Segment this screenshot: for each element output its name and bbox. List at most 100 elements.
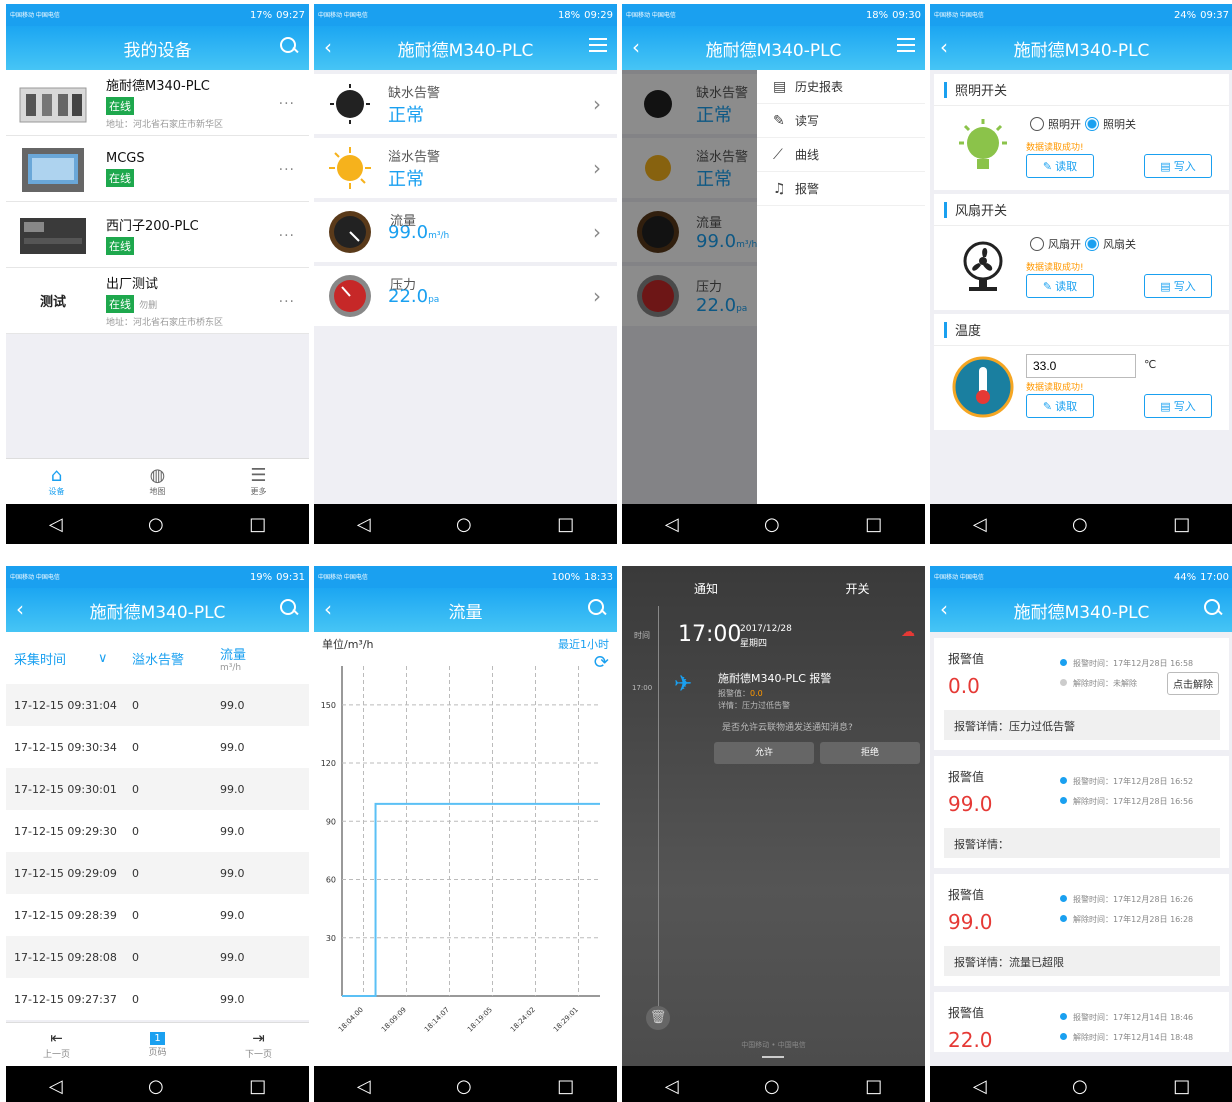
search-icon[interactable]	[587, 598, 607, 624]
recent-nav-button[interactable]: □	[249, 514, 266, 535]
home-nav-button[interactable]: ○	[764, 1076, 780, 1097]
read-button[interactable]: ✎ 读取	[1026, 154, 1094, 178]
home-nav-button[interactable]: ○	[148, 514, 164, 535]
light-on-radio[interactable]	[1030, 117, 1044, 131]
back-icon[interactable]: ‹	[324, 598, 332, 620]
home-nav-button[interactable]: ○	[456, 1076, 472, 1097]
radio-label: 风扇开	[1048, 238, 1081, 251]
recent-nav-button[interactable]: □	[1173, 514, 1190, 535]
alarm-value-label: 报警值	[948, 652, 985, 666]
clear-prefix: 解除时间：	[1073, 679, 1113, 688]
menu-item-report[interactable]: ▤ 历史报表	[757, 70, 925, 104]
column-header-time[interactable]: 采集时间	[14, 649, 98, 668]
unlock-button[interactable]: 点击解除	[1167, 672, 1219, 695]
menu-item-curve[interactable]: ⟋ 曲线	[757, 138, 925, 172]
trash-icon[interactable]: 🗑	[646, 1006, 670, 1030]
menu-item-alarm[interactable]: ♫ 报警	[757, 172, 925, 206]
back-icon[interactable]: ‹	[632, 36, 640, 58]
recent-nav-button[interactable]: □	[249, 1076, 266, 1097]
device-item[interactable]: MCGS 在线 ···	[6, 136, 309, 202]
alarm-value-label: 报警值	[948, 1006, 985, 1020]
recent-nav-button[interactable]: □	[557, 1076, 574, 1097]
pager-label: 页码	[148, 1047, 167, 1058]
section-title: 风扇开关	[934, 194, 1229, 226]
temperature-input[interactable]	[1026, 354, 1136, 378]
search-icon[interactable]	[279, 598, 299, 624]
menu-icon[interactable]	[589, 36, 607, 58]
chevron-down-icon[interactable]: ∨	[98, 651, 132, 666]
device-item[interactable]: 测试 出厂测试 在线 勿删 地址：河北省石家庄市桥东区 ···	[6, 268, 309, 334]
tab-notify[interactable]: 通知	[622, 580, 790, 606]
home-nav-button[interactable]: ○	[1072, 514, 1088, 535]
menu-item-readwrite[interactable]: ✎ 读写	[757, 104, 925, 138]
battery-label: 17%	[249, 9, 273, 21]
cell-overflow: 0	[132, 782, 139, 796]
deny-button[interactable]: 拒绝	[820, 742, 920, 764]
home-nav-button[interactable]: ○	[456, 514, 472, 535]
cell-time: 17-12-15 09:31:04	[14, 698, 117, 712]
more-icon[interactable]: ···	[279, 162, 295, 178]
y-tick-label: 150	[321, 701, 336, 710]
recent-nav-button[interactable]: □	[865, 514, 882, 535]
back-icon[interactable]: ‹	[324, 36, 332, 58]
column-header-flow[interactable]: 流量	[220, 644, 246, 663]
write-button[interactable]: ▤ 写入	[1144, 394, 1212, 418]
allow-button[interactable]: 允许	[714, 742, 814, 764]
more-icon[interactable]: ···	[279, 294, 295, 310]
tab-devices[interactable]: ⌂ 设备	[6, 459, 107, 504]
fan-off-radio[interactable]	[1085, 237, 1099, 251]
status-bar: 中国移动 中国电信 100% 18:33	[314, 566, 617, 588]
alarm-item[interactable]: 99.0m³/h › 流量	[314, 202, 617, 262]
back-nav-button[interactable]: ◁	[357, 1076, 371, 1097]
home-nav-button[interactable]: ○	[1072, 1076, 1088, 1097]
back-nav-button[interactable]: ◁	[973, 514, 987, 535]
clear-prefix: 解除时间：	[1073, 915, 1113, 924]
alarm-item[interactable]: 22.0pa › 压力	[314, 266, 617, 326]
back-icon[interactable]: ‹	[940, 36, 948, 58]
notification-card[interactable]: ✈ 施耐德M340-PLC 报警 报警值：0.0 详情：压力过低告警 是否允许云…	[674, 670, 922, 770]
back-nav-button[interactable]: ◁	[665, 1076, 679, 1097]
back-icon[interactable]: ‹	[16, 598, 24, 620]
home-nav-button[interactable]: ○	[148, 1076, 164, 1097]
search-icon[interactable]	[279, 36, 299, 62]
read-button[interactable]: ✎ 读取	[1026, 394, 1094, 418]
tab-switch[interactable]: 开关	[790, 580, 925, 606]
back-nav-button[interactable]: ◁	[973, 1076, 987, 1097]
prev-page-button[interactable]: ⇤ 上一页	[6, 1023, 107, 1066]
page-number-button[interactable]: 1 页码	[107, 1023, 208, 1066]
more-icon[interactable]: ···	[279, 228, 295, 244]
recent-nav-button[interactable]: □	[865, 1076, 882, 1097]
menu-icon[interactable]	[897, 36, 915, 58]
alarm-item[interactable]: 缺水告警 正常 ›	[314, 74, 617, 134]
write-button[interactable]: ▤ 写入	[1144, 274, 1212, 298]
cell-overflow: 0	[132, 824, 139, 838]
column-header-overflow[interactable]: 溢水告警	[132, 649, 220, 668]
search-icon[interactable]	[1203, 598, 1223, 624]
back-nav-button[interactable]: ◁	[49, 514, 63, 535]
cell-time: 17-12-15 09:30:01	[14, 782, 117, 796]
drag-handle[interactable]	[762, 1056, 784, 1058]
home-nav-button[interactable]: ○	[764, 514, 780, 535]
read-button[interactable]: ✎ 读取	[1026, 274, 1094, 298]
dim-overlay[interactable]	[622, 70, 757, 504]
next-page-button[interactable]: ⇥ 下一页	[208, 1023, 309, 1066]
x-tick-label: 18:19:05	[466, 1006, 494, 1034]
alarm-item[interactable]: 溢水告警 正常 ›	[314, 138, 617, 198]
back-nav-button[interactable]: ◁	[357, 514, 371, 535]
time-range-selector[interactable]: 最近1小时	[558, 636, 609, 652]
write-button[interactable]: ▤ 写入	[1144, 154, 1212, 178]
fan-on-radio[interactable]	[1030, 237, 1044, 251]
recent-nav-button[interactable]: □	[1173, 1076, 1190, 1097]
device-item[interactable]: 施耐德M340-PLC 在线 地址：河北省石家庄市新华区 ···	[6, 70, 309, 136]
recent-nav-button[interactable]: □	[557, 514, 574, 535]
tab-map[interactable]: ◍ 地图	[107, 459, 208, 504]
back-nav-button[interactable]: ◁	[665, 514, 679, 535]
device-item[interactable]: 西门子200-PLC 在线 ···	[6, 202, 309, 268]
light-off-radio[interactable]	[1085, 117, 1099, 131]
detail-prefix: 报警详情：	[954, 720, 1009, 733]
more-icon[interactable]: ···	[279, 96, 295, 112]
table-row: 17-12-15 09:30:01 0 99.0	[6, 768, 309, 810]
back-nav-button[interactable]: ◁	[49, 1076, 63, 1097]
tab-more[interactable]: ☰ 更多	[208, 459, 309, 504]
back-icon[interactable]: ‹	[940, 598, 948, 620]
